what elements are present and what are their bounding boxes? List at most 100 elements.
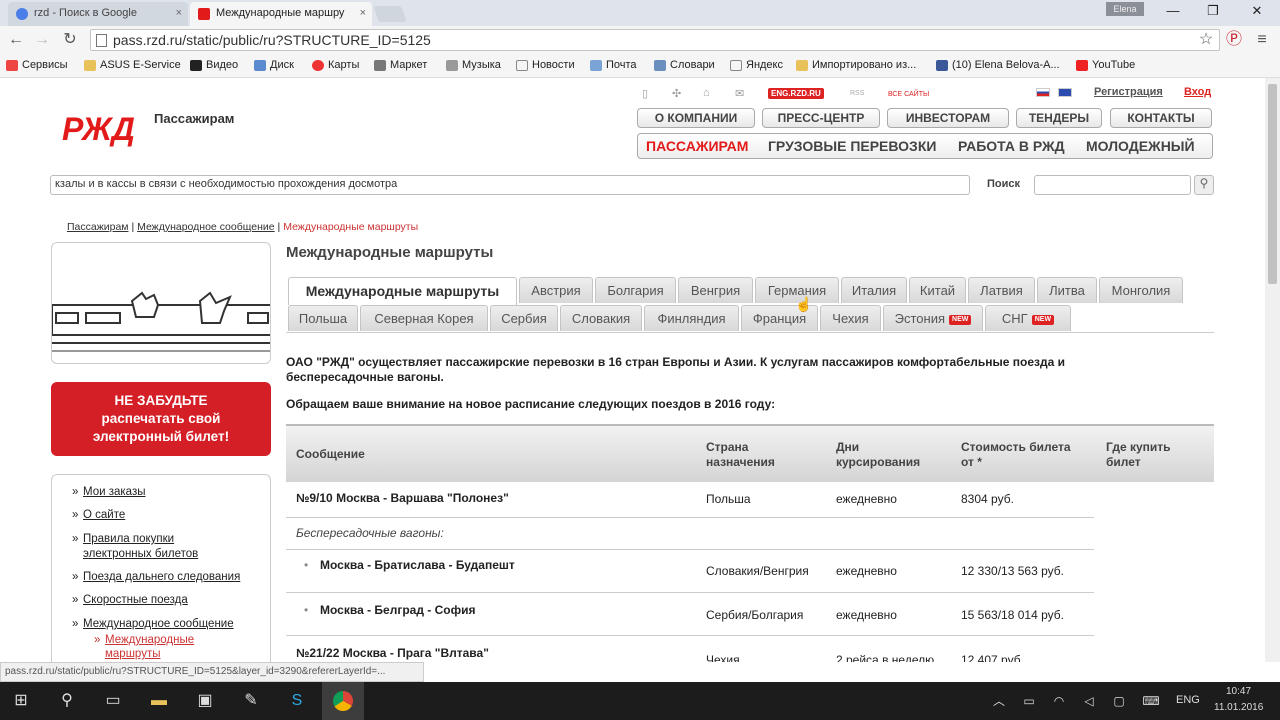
bookmark-youtube[interactable]: YouTube <box>1076 59 1135 71</box>
page-scrollbar[interactable] <box>1265 78 1280 662</box>
reload-icon[interactable]: ↻ <box>60 30 80 50</box>
back-arrow-icon[interactable]: ← <box>6 30 26 50</box>
mail-icon[interactable]: ✉ <box>735 87 744 100</box>
register-link[interactable]: Регистрация <box>1094 86 1163 98</box>
rss-link[interactable]: RSS <box>850 90 864 97</box>
tab-close-icon[interactable]: × <box>360 7 366 19</box>
new-tab-button[interactable] <box>373 6 407 22</box>
tab-lithuania[interactable]: Литва <box>1037 277 1097 303</box>
sitemap-icon[interactable]: ✣ <box>672 87 681 100</box>
tab-china[interactable]: Китай <box>909 277 966 303</box>
tab-serbia[interactable]: Сербия <box>490 305 558 331</box>
tab-north-korea[interactable]: Северная Корея <box>360 305 488 331</box>
print-ticket-promo[interactable]: НЕ ЗАБУДЬТЕ распечатать свой электронный… <box>51 382 271 456</box>
bookmark-mail[interactable]: Почта <box>590 59 637 71</box>
bookmark-asus[interactable]: ASUS E-Service <box>84 59 181 71</box>
tab-cis[interactable]: СНГ NEW <box>985 305 1071 331</box>
sidebar-item-rules[interactable]: Правила покупки электронных билетов <box>72 532 213 562</box>
all-sites-link[interactable]: ВСЕ САЙТЫ <box>888 91 929 98</box>
bookmark-market[interactable]: Маркет <box>374 59 427 71</box>
tab-slovakia[interactable]: Словакия <box>560 305 642 331</box>
sidebar-item-routes[interactable]: Международные маршруты <box>94 633 215 661</box>
menu-contacts[interactable]: КОНТАКТЫ <box>1110 108 1212 128</box>
tab-mongolia[interactable]: Монголия <box>1099 277 1183 303</box>
clock-date[interactable]: 11.01.2016 <box>1214 702 1263 713</box>
bookmark-imported-folder[interactable]: Импортировано из... <box>796 59 916 71</box>
wifi-icon[interactable]: ◠ <box>1046 688 1072 714</box>
store-icon[interactable]: ▣ <box>192 688 218 714</box>
uk-flag-icon[interactable] <box>1058 88 1072 97</box>
windows-start-icon[interactable]: ⊞ <box>8 688 34 714</box>
eng-link[interactable]: ENG.RZD.RU <box>768 88 824 99</box>
login-link[interactable]: Вход <box>1184 86 1211 98</box>
tab-close-icon[interactable]: × <box>176 7 182 19</box>
breadcrumb-international[interactable]: Международное сообщение <box>137 221 275 233</box>
menu-passengers[interactable]: ПАССАЖИРАМ <box>646 138 748 154</box>
notifications-icon[interactable]: ▢ <box>1106 688 1132 714</box>
maximize-button[interactable]: ❐ <box>1200 3 1226 21</box>
chrome-taskbar-icon[interactable] <box>322 682 364 720</box>
breadcrumb-passengers[interactable]: Пассажирам <box>67 221 129 233</box>
tab-italy[interactable]: Италия <box>841 277 907 303</box>
menu-company[interactable]: О КОМПАНИИ <box>637 108 755 128</box>
keyboard-icon[interactable]: ⌨ <box>1138 688 1164 714</box>
bookmark-video[interactable]: Видео <box>190 59 238 71</box>
mobile-icon[interactable]: ▯ <box>642 87 648 100</box>
tab-google-search[interactable]: rzd - Поиск в Google × <box>8 2 188 26</box>
bookmark-yandex[interactable]: Яндекс <box>730 59 783 71</box>
bookmark-disk[interactable]: Диск <box>254 59 294 71</box>
close-window-button[interactable]: ✕ <box>1244 3 1270 21</box>
file-explorer-icon[interactable]: ▬ <box>146 688 172 714</box>
tab-latvia[interactable]: Латвия <box>968 277 1035 303</box>
bookmark-star-icon[interactable]: ☆ <box>1196 30 1216 50</box>
menu-investors[interactable]: ИНВЕСТОРАМ <box>887 108 1009 128</box>
minimize-button[interactable]: — <box>1160 3 1186 21</box>
menu-freight[interactable]: ГРУЗОВЫЕ ПЕРЕВОЗКИ <box>768 138 936 154</box>
clock-time[interactable]: 10:47 <box>1226 686 1251 697</box>
search-input[interactable] <box>1034 175 1191 195</box>
sidebar-item-about[interactable]: О сайте <box>72 509 125 521</box>
bookmark-news[interactable]: Новости <box>516 59 575 71</box>
bookmark-dictionaries[interactable]: Словари <box>654 59 715 71</box>
search-icon[interactable]: ⚲ <box>1194 175 1214 195</box>
menu-youth[interactable]: МОЛОДЕЖНЫЙ <box>1086 138 1195 154</box>
tab-finland[interactable]: Финляндия <box>644 305 739 331</box>
language-indicator[interactable]: ENG <box>1176 694 1200 706</box>
forward-arrow-icon[interactable]: → <box>32 30 52 50</box>
tab-international-routes[interactable]: Международные маршруты <box>288 277 517 305</box>
bookmark-maps[interactable]: Карты <box>312 59 359 71</box>
bookmark-music[interactable]: Музыка <box>446 59 501 71</box>
tab-estonia[interactable]: Эстония NEW <box>883 305 983 331</box>
tray-arrow-icon[interactable]: ︿ <box>986 688 1012 714</box>
task-view-icon[interactable]: ▭ <box>100 688 126 714</box>
bookmark-facebook[interactable]: (10) Elena Belova-A... <box>936 59 1060 71</box>
skype-icon[interactable]: S <box>284 688 310 714</box>
search-icon[interactable]: ⚲ <box>54 688 80 714</box>
tab-poland[interactable]: Польша <box>288 305 358 331</box>
bookmark-services[interactable]: Сервисы <box>6 59 68 71</box>
sidebar-item-orders[interactable]: Мои заказы <box>72 486 146 498</box>
tool-icon[interactable]: ✎ <box>238 688 264 714</box>
menu-icon[interactable]: ≡ <box>1252 30 1272 50</box>
pinterest-icon[interactable]: Ⓟ <box>1224 30 1244 50</box>
sidebar-item-high-speed[interactable]: Скоростные поезда <box>72 594 188 606</box>
news-ticker[interactable]: кзалы и в кассы в связи с необходимостью… <box>50 175 970 195</box>
tab-czech[interactable]: Чехия <box>820 305 881 331</box>
menu-careers[interactable]: РАБОТА В РЖД <box>958 138 1065 154</box>
volume-icon[interactable]: ◁ <box>1076 688 1102 714</box>
home-icon[interactable]: ⌂ <box>703 87 710 99</box>
ru-flag-icon[interactable] <box>1036 88 1050 97</box>
tab-bulgaria[interactable]: Болгария <box>595 277 676 303</box>
tab-hungary[interactable]: Венгрия <box>678 277 753 303</box>
sidebar-item-international[interactable]: Международное сообщение <box>72 618 234 630</box>
menu-tenders[interactable]: ТЕНДЕРЫ <box>1016 108 1102 128</box>
tab-rzd[interactable]: Международные маршру × <box>190 2 372 26</box>
address-bar[interactable]: pass.rzd.ru/static/public/ru?STRUCTURE_I… <box>90 29 1220 51</box>
sidebar-item-long-distance[interactable]: Поезда дальнего следования <box>72 571 240 583</box>
profile-badge[interactable]: Elena <box>1106 2 1144 16</box>
scrollbar-thumb[interactable] <box>1268 84 1277 284</box>
rzd-logo[interactable]: РЖД <box>62 108 152 148</box>
menu-press[interactable]: ПРЕСС-ЦЕНТР <box>762 108 880 128</box>
network-icon[interactable]: ▭ <box>1016 688 1042 714</box>
tab-austria[interactable]: Австрия <box>519 277 593 303</box>
